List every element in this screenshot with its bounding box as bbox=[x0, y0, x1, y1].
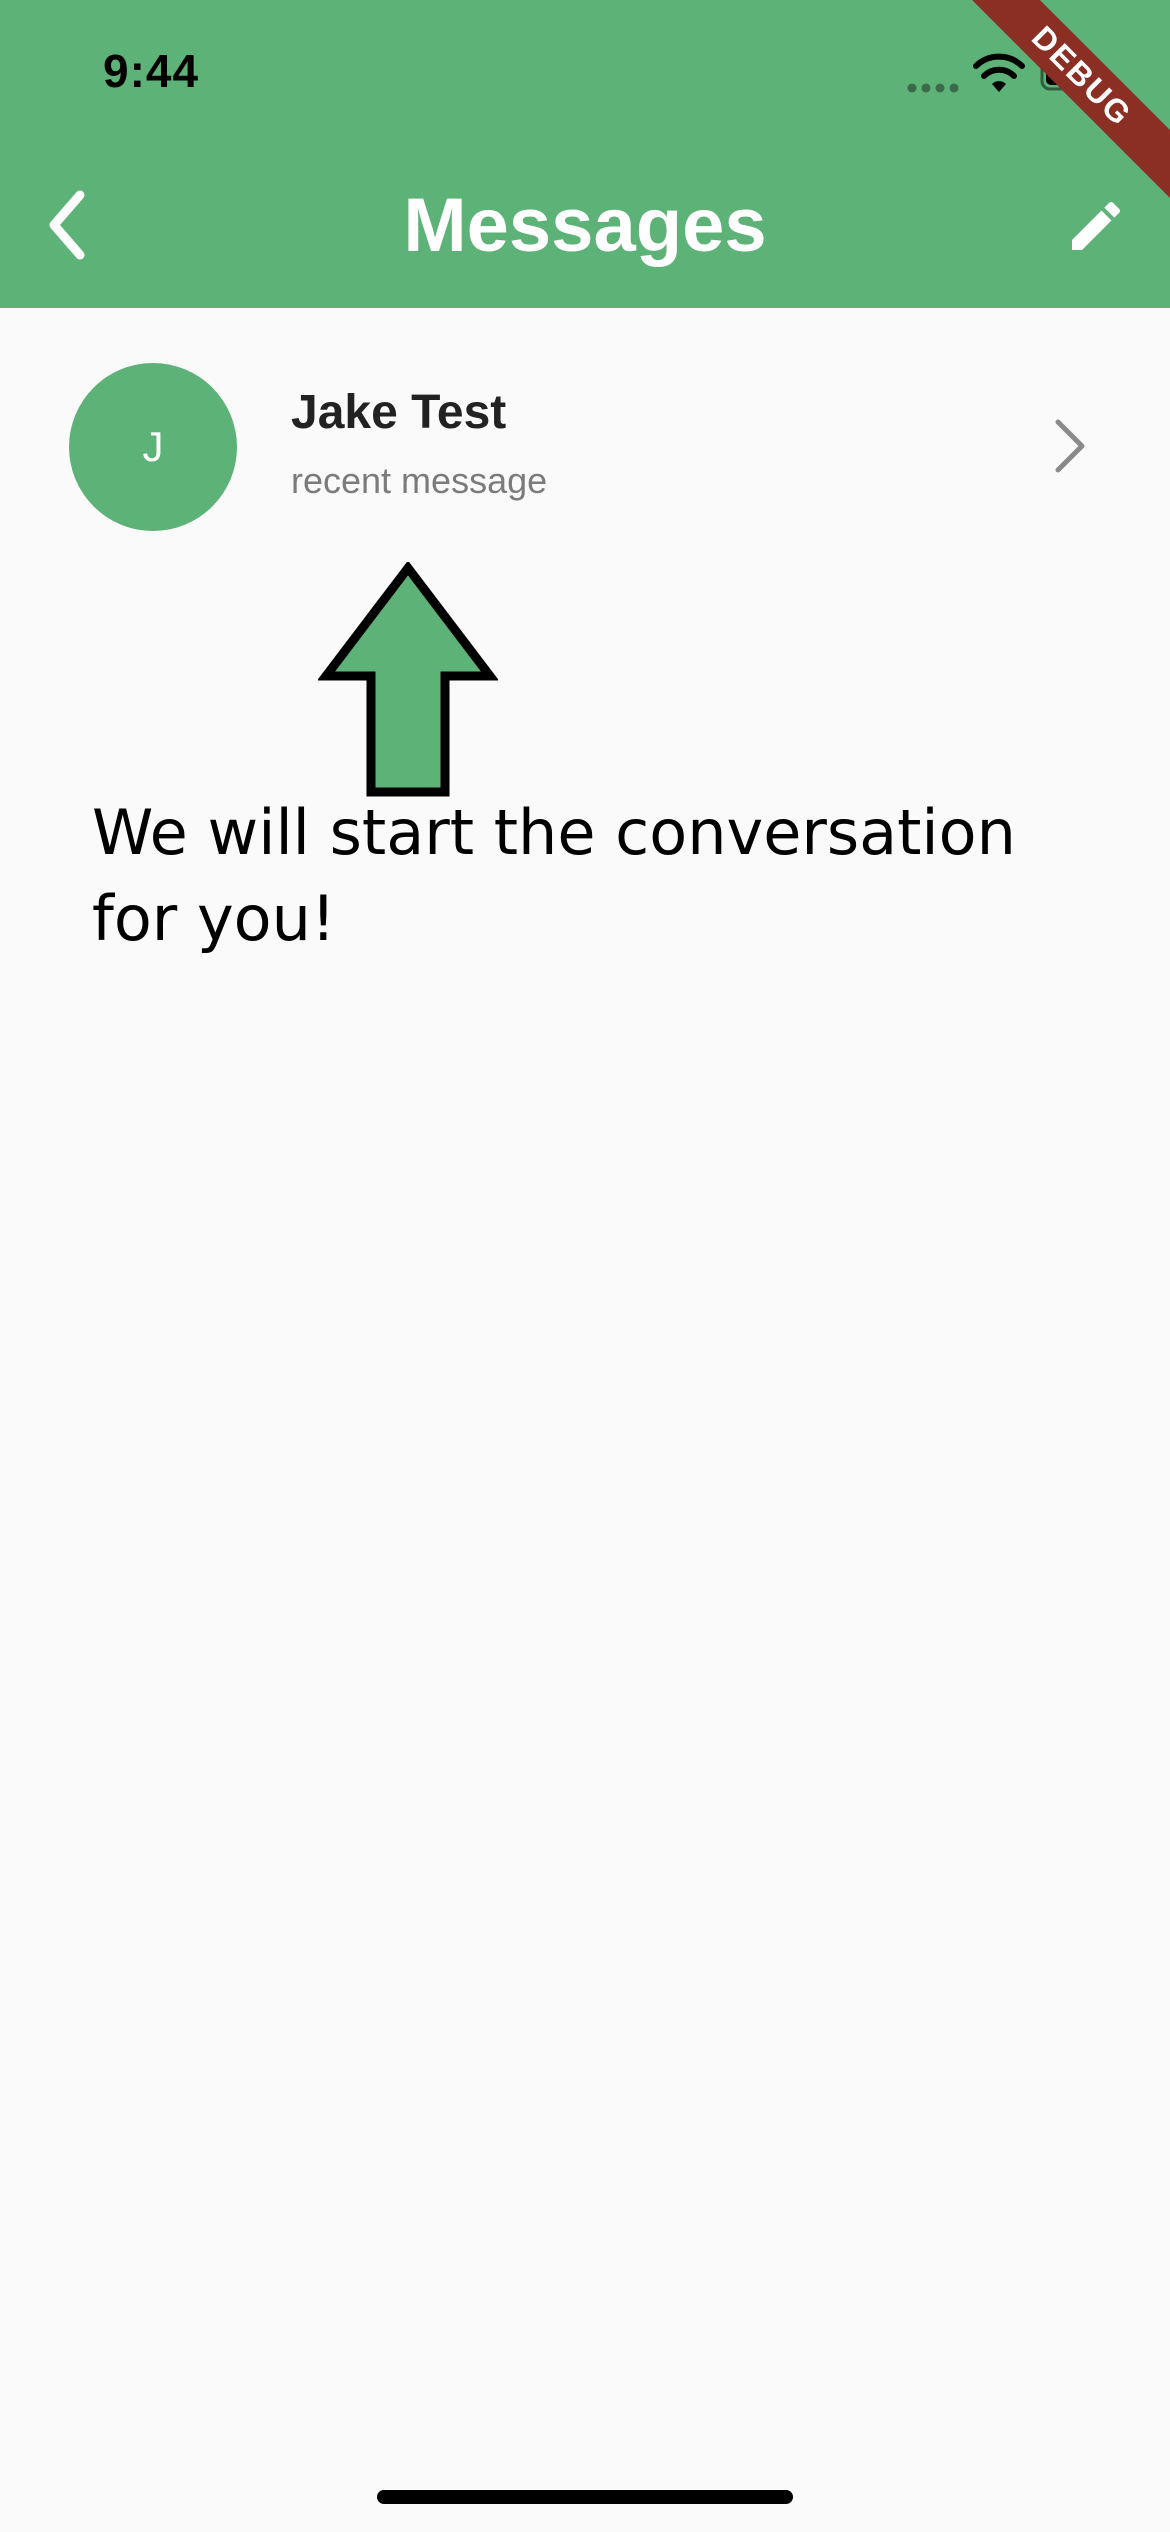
app-bar: 9:44 Messages DEBUG bbox=[0, 0, 1170, 308]
debug-ribbon-label: DEBUG bbox=[960, 0, 1170, 200]
avatar: J bbox=[69, 363, 237, 531]
chevron-right-icon bbox=[1055, 419, 1085, 473]
up-arrow-annotation-icon bbox=[318, 562, 498, 797]
cellular-signal-icon bbox=[907, 83, 959, 93]
conversation-list-item[interactable]: J Jake Test recent message bbox=[0, 330, 1170, 562]
home-indicator bbox=[377, 2490, 793, 2504]
onboarding-caption: We will start the conversation for you! bbox=[92, 796, 1016, 955]
status-time: 9:44 bbox=[103, 45, 200, 97]
debug-banner: DEBUG bbox=[960, 0, 1170, 210]
message-preview: recent message bbox=[291, 460, 548, 501]
contact-name: Jake Test bbox=[291, 386, 507, 439]
